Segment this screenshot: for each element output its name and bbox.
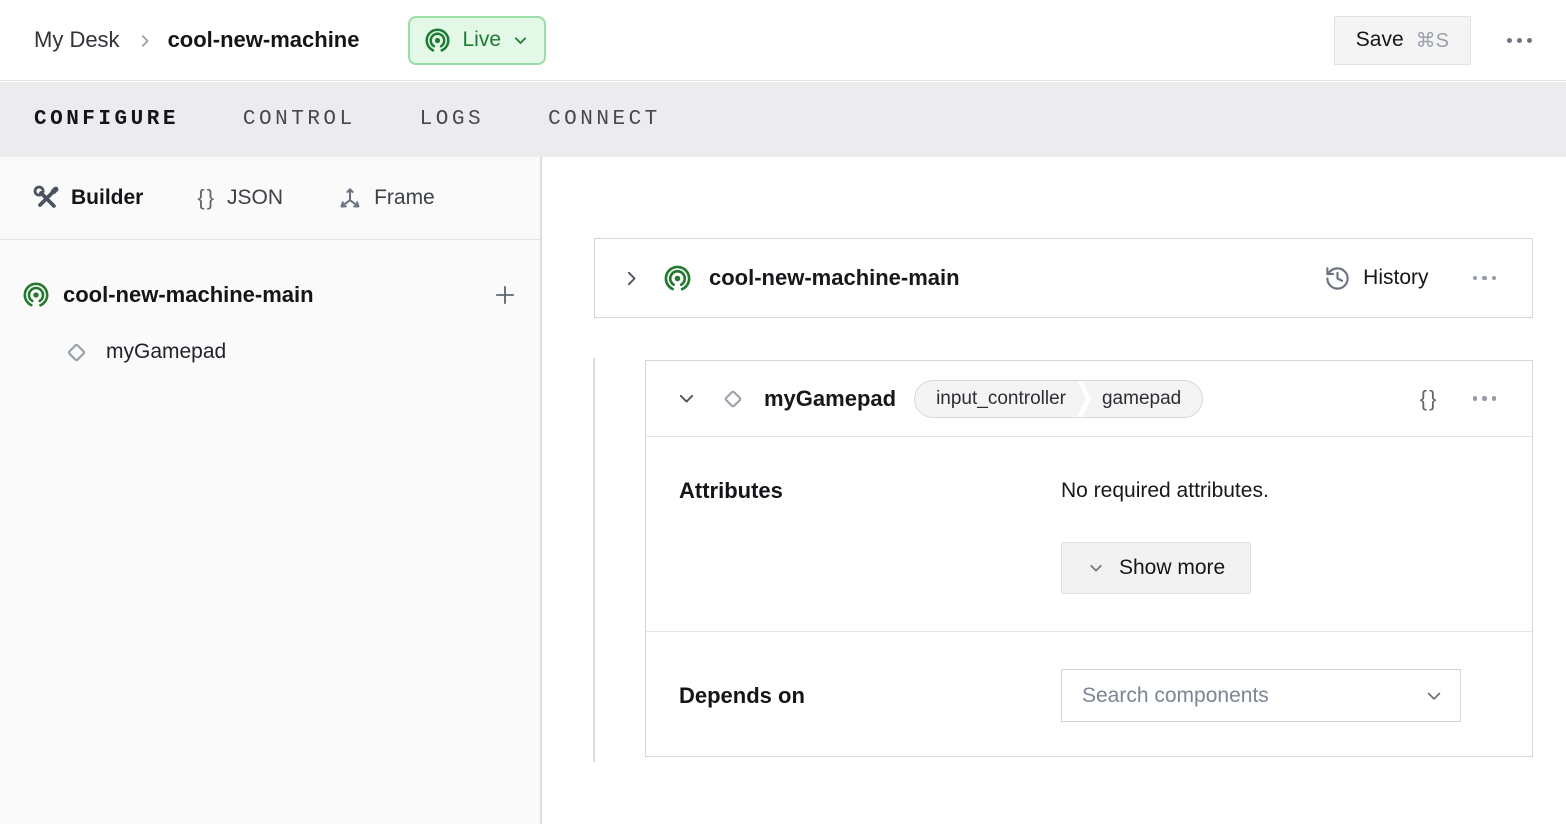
breadcrumb-parent[interactable]: My Desk	[34, 27, 120, 53]
machine-status-dropdown[interactable]: Live	[408, 16, 546, 65]
history-button-label: History	[1363, 266, 1428, 290]
tab-logs[interactable]: LOGS	[420, 108, 484, 131]
component-card-overflow-menu-button[interactable]	[1467, 390, 1503, 407]
depends-on-label: Depends on	[679, 669, 1061, 722]
breadcrumb-chevron-icon	[136, 32, 154, 50]
chevron-right-icon	[621, 268, 642, 289]
tab-connect[interactable]: CONNECT	[548, 108, 661, 131]
component-type: input_controller	[915, 381, 1076, 417]
tree-machine-name: cool-new-machine-main	[63, 282, 479, 308]
chevron-down-icon	[512, 32, 529, 49]
broadcast-icon	[424, 27, 451, 54]
view-tab-label: Frame	[374, 186, 435, 210]
ellipsis-icon	[1507, 38, 1512, 43]
tree-item-component[interactable]: myGamepad	[0, 324, 540, 380]
collapse-component-card-button[interactable]	[676, 388, 697, 409]
machine-part-title: cool-new-machine-main	[709, 265, 960, 291]
component-model: gamepad	[1092, 381, 1202, 417]
section-tab-bar: CONFIGURE CONTROL LOGS CONNECT	[0, 82, 1566, 157]
top-bar: My Desk cool-new-machine Live Save ⌘S	[0, 0, 1566, 81]
diamond-icon	[719, 385, 747, 413]
broadcast-icon	[663, 264, 692, 293]
broadcast-icon	[22, 281, 50, 309]
chevron-down-icon	[1087, 559, 1105, 577]
save-button[interactable]: Save ⌘S	[1334, 16, 1471, 65]
status-badge: Live	[462, 28, 501, 52]
topbar-overflow-menu-button[interactable]	[1501, 32, 1538, 49]
view-tab-frame[interactable]: Frame	[337, 185, 435, 211]
component-name: myGamepad	[764, 386, 896, 412]
config-view-switcher: Builder {} JSON Frame	[0, 157, 540, 240]
chevron-down-icon	[1424, 686, 1444, 706]
expand-machine-card-button[interactable]	[621, 268, 642, 289]
depends-on-select[interactable]	[1061, 669, 1461, 722]
save-shortcut-hint: ⌘S	[1416, 28, 1449, 53]
history-clock-icon	[1324, 265, 1351, 292]
attributes-content: No required attributes. Show more	[1061, 478, 1269, 594]
machine-tree: cool-new-machine-main myGamepad	[0, 240, 540, 380]
save-button-label: Save	[1356, 28, 1404, 52]
tab-control[interactable]: CONTROL	[243, 108, 356, 131]
view-tab-label: JSON	[227, 186, 283, 210]
view-tab-builder[interactable]: Builder	[33, 185, 143, 212]
tree-connector-line	[593, 358, 595, 762]
view-tab-json[interactable]: {} JSON	[197, 185, 283, 211]
add-component-button[interactable]	[492, 282, 518, 308]
component-type-model-badge: input_controller gamepad	[914, 380, 1203, 418]
chevron-down-icon	[676, 388, 697, 409]
history-button[interactable]: History	[1324, 265, 1428, 292]
tree-component-name: myGamepad	[106, 340, 226, 364]
attributes-section: Attributes No required attributes. Show …	[646, 437, 1532, 631]
tab-configure[interactable]: CONFIGURE	[34, 108, 179, 131]
show-more-button[interactable]: Show more	[1061, 542, 1251, 594]
ellipsis-icon	[1473, 396, 1478, 401]
view-tab-label: Builder	[71, 186, 143, 210]
ellipsis-icon	[1473, 276, 1478, 281]
breadcrumb-current: cool-new-machine	[168, 27, 360, 53]
component-card-header: myGamepad input_controller gamepad {}	[646, 361, 1532, 437]
attributes-empty-text: No required attributes.	[1061, 478, 1269, 504]
tree-item-machine-part[interactable]: cool-new-machine-main	[0, 266, 540, 324]
diamond-icon	[62, 338, 91, 367]
config-sidebar: Builder {} JSON Frame	[0, 157, 542, 824]
machine-part-card: cool-new-machine-main History	[594, 238, 1533, 318]
search-components-input[interactable]	[1080, 683, 1424, 709]
braces-icon: {}	[197, 185, 216, 211]
component-card: myGamepad input_controller gamepad {} At…	[645, 360, 1533, 757]
show-more-label: Show more	[1119, 556, 1225, 580]
view-raw-json-button[interactable]: {}	[1420, 386, 1439, 412]
tools-icon	[33, 185, 60, 212]
braces-icon: {}	[1420, 386, 1439, 412]
attributes-label: Attributes	[679, 478, 1061, 504]
badge-divider-chevron-icon	[1076, 381, 1092, 417]
axes-icon	[337, 185, 363, 211]
machine-card-overflow-menu-button[interactable]	[1467, 270, 1503, 287]
plus-icon	[492, 282, 518, 308]
depends-on-section: Depends on	[646, 632, 1532, 722]
